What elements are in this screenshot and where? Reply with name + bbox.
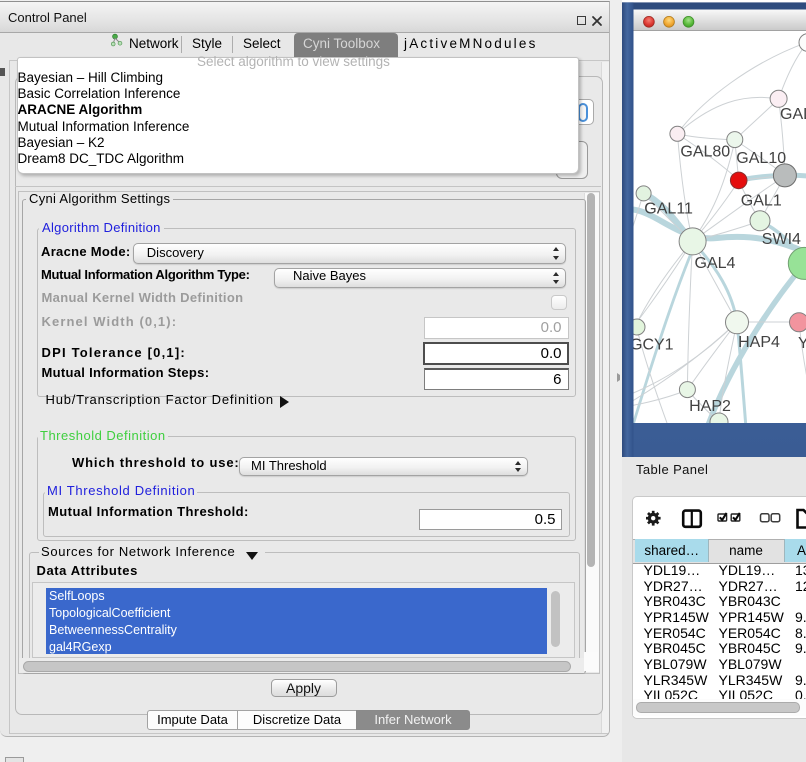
svg-text:SWI4: SWI4 <box>762 231 801 248</box>
svg-text:GAL4: GAL4 <box>695 255 736 272</box>
svg-text:HAP4: HAP4 <box>738 334 780 351</box>
svg-text:GAL1: GAL1 <box>741 193 782 210</box>
svg-text:Y: Y <box>798 335 806 352</box>
svg-text:GCY1: GCY1 <box>630 337 674 354</box>
svg-text:HAP2: HAP2 <box>689 398 731 415</box>
svg-text:GAL10: GAL10 <box>736 150 786 167</box>
svg-text:GAL80: GAL80 <box>680 144 730 161</box>
svg-text:GAL7: GAL7 <box>780 106 806 123</box>
svg-text:GAL11: GAL11 <box>644 201 693 218</box>
